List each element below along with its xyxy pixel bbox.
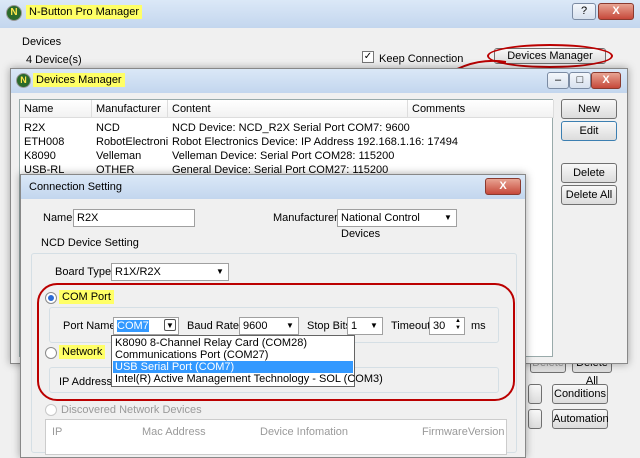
board-type-label: Board Type: — [55, 266, 115, 278]
stop-bits-label: Stop Bits — [307, 320, 352, 332]
timeout-label: Timeout: — [391, 320, 434, 332]
network-label: Network — [59, 345, 106, 359]
new-button[interactable]: New — [561, 99, 617, 119]
com-port-label: COM Port — [59, 290, 114, 304]
baud-rate-value: 9600 — [243, 320, 268, 332]
manufacturer-label: Manufacturer: — [273, 212, 341, 224]
dropdown-option[interactable]: K8090 8-Channel Relay Card (COM28) — [113, 337, 353, 349]
manufacturer-value: National Control Devices — [341, 212, 420, 240]
column-header-comments[interactable]: Comments — [408, 100, 554, 118]
connection-titlebar: Connection Setting X — [21, 175, 525, 199]
edit-button[interactable]: Edit — [561, 121, 617, 141]
connection-close-button[interactable]: X — [485, 178, 521, 195]
column-header-content[interactable]: Content — [168, 100, 408, 118]
discovered-devices-radio[interactable] — [45, 404, 57, 416]
port-name-select[interactable]: COM7 ▼ — [113, 317, 179, 335]
spinner-icon[interactable]: ▲ ▼ — [453, 318, 463, 334]
connection-setting-window: Connection Setting X Name: R2X Manufactu… — [20, 174, 526, 458]
automation-button[interactable]: Automation — [552, 409, 609, 429]
manufacturer-select[interactable]: National Control Devices ▼ — [337, 209, 457, 240]
stop-bits-select[interactable]: 1 ▼ — [347, 317, 383, 335]
cell-content: Robot Electronics Device: IP Address 192… — [172, 136, 458, 148]
com-port-radio[interactable] — [45, 292, 57, 304]
help-button[interactable]: ? — [572, 3, 596, 20]
stop-bits-value: 1 — [351, 320, 358, 332]
table-row[interactable]: R2X NCD NCD Device: NCD_R2X Serial Port … — [20, 121, 552, 135]
devices-manager-titlebar: N Devices Manager – □ X — [11, 69, 627, 93]
chevron-down-icon: ▼ — [286, 321, 294, 330]
port-name-value: COM7 — [117, 320, 149, 332]
port-name-label: Port Name: — [63, 320, 119, 332]
timeout-unit: ms — [471, 320, 486, 332]
dropdown-option-selected[interactable]: USB Serial Port (COM7) — [113, 361, 353, 373]
column-header-name[interactable]: Name — [20, 100, 92, 118]
devices-manager-minimize-button[interactable]: – — [547, 72, 569, 89]
cell-name: R2X — [24, 122, 46, 134]
baud-rate-label: Baud Rate: — [187, 320, 243, 332]
devices-manager-logo-icon: N — [16, 73, 31, 88]
main-small-button-2[interactable] — [528, 409, 542, 429]
baud-rate-select[interactable]: 9600 ▼ — [239, 317, 299, 335]
keep-connection-checkbox[interactable]: ✓ — [362, 51, 374, 63]
cell-manufacturer: Velleman — [96, 150, 142, 162]
name-label: Name: — [43, 212, 76, 224]
cell-content: Velleman Device: Serial Port COM28: 1152… — [172, 150, 395, 162]
table-row[interactable]: K8090 Velleman Velleman Device: Serial P… — [20, 149, 552, 163]
dropdown-option[interactable]: Communications Port (COM27) — [113, 349, 353, 361]
dropdown-option[interactable]: Intel(R) Active Management Technology - … — [113, 373, 383, 385]
chevron-down-icon: ▼ — [370, 321, 378, 330]
cell-name: ETH008 — [24, 136, 65, 148]
discovered-devices-list[interactable]: IP Mac Address Device Infomation Firmwar… — [45, 419, 507, 455]
cell-content: NCD Device: NCD_R2X Serial Port COM7: 96… — [172, 122, 410, 134]
disc-header-firmware[interactable]: FirmwareVersion — [422, 426, 505, 438]
delete-button[interactable]: Delete — [561, 163, 617, 183]
chevron-down-icon: ▼ — [216, 267, 224, 276]
ncd-group-label: NCD Device Setting — [41, 237, 139, 249]
chevron-down-icon: ▼ — [444, 213, 452, 222]
cell-name: K8090 — [24, 150, 56, 162]
disc-header-mac[interactable]: Mac Address — [142, 426, 206, 438]
port-name-dropdown[interactable]: K8090 8-Channel Relay Card (COM28) Commu… — [111, 335, 383, 387]
disc-header-info[interactable]: Device Infomation — [260, 426, 348, 438]
timeout-value: 30 — [433, 320, 446, 332]
main-small-button-1[interactable] — [528, 384, 542, 404]
connection-title: Connection Setting — [29, 181, 122, 193]
network-radio[interactable] — [45, 347, 57, 359]
conditions-button[interactable]: Conditions — [552, 384, 608, 404]
disc-header-ip[interactable]: IP — [52, 426, 62, 438]
board-type-select[interactable]: R1X/R2X ▼ — [111, 263, 229, 281]
column-header-manufacturer[interactable]: Manufacturer — [92, 100, 168, 118]
main-titlebar: N N-Button Pro Manager ? X — [0, 0, 640, 28]
board-type-value: R1X/R2X — [115, 266, 161, 278]
ip-address-label: IP Address: — [59, 376, 116, 388]
app-logo-icon: N — [6, 5, 22, 21]
name-field[interactable]: R2X — [73, 209, 195, 227]
devices-manager-title: Devices Manager — [33, 73, 125, 87]
delete-all-button[interactable]: Delete All — [561, 185, 617, 205]
table-row[interactable]: ETH008 RobotElectronics Robot Electronic… — [20, 135, 552, 149]
devices-manager-close-button[interactable]: X — [591, 72, 621, 89]
main-title: N-Button Pro Manager — [26, 5, 143, 19]
cell-manufacturer: NCD — [96, 122, 120, 134]
discovered-devices-label: Discovered Network Devices — [61, 404, 202, 416]
cell-manufacturer: RobotElectronics — [96, 136, 168, 148]
devices-group-label: Devices — [22, 36, 62, 48]
chevron-down-icon: ▼ — [164, 319, 176, 331]
device-count: 4 Device(s) — [26, 54, 82, 66]
main-close-button[interactable]: X — [598, 3, 634, 20]
devices-manager-maximize-button[interactable]: □ — [569, 72, 591, 89]
timeout-field[interactable]: 30 ▲ ▼ — [429, 317, 465, 335]
